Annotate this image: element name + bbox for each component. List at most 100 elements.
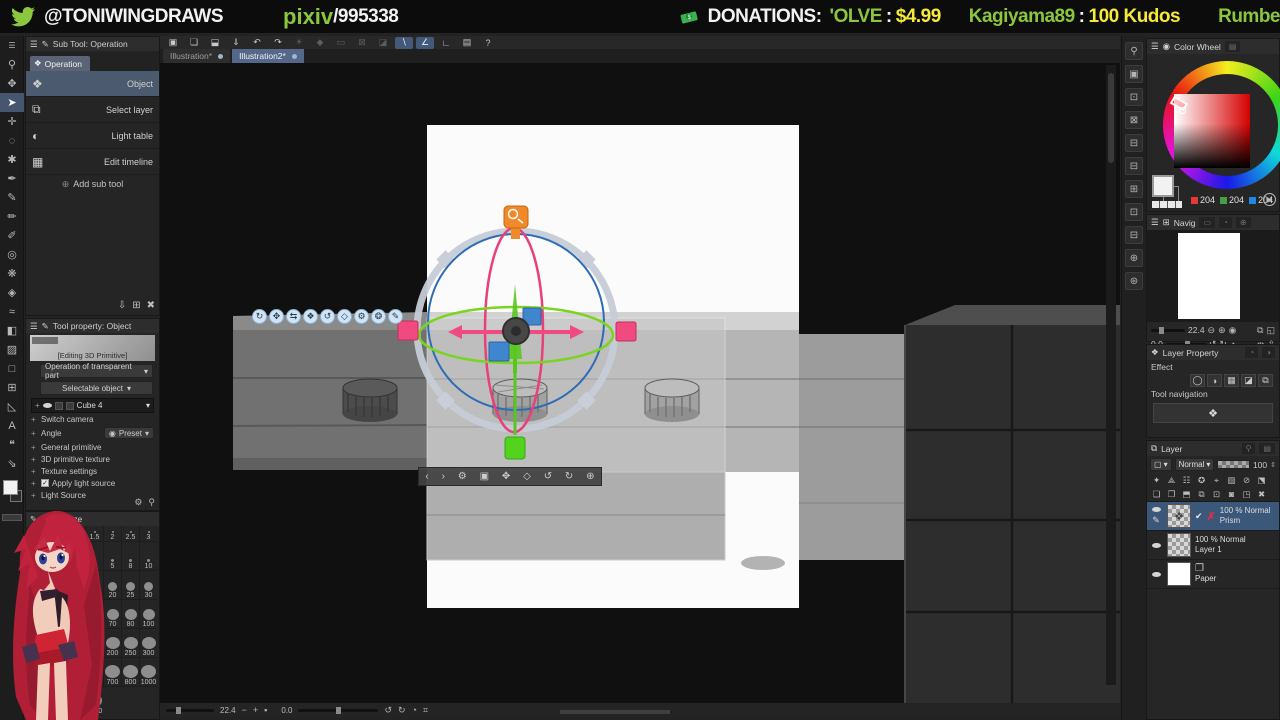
brush-size-preset[interactable]: 25 [121, 571, 139, 600]
angle-row[interactable]: +Angle ◉Preset▾ [26, 425, 159, 441]
zoom-slider[interactable] [166, 709, 214, 712]
new-layer-icon[interactable]: ❏ [1150, 488, 1163, 500]
navigator-preview-area[interactable] [1147, 230, 1279, 322]
layer-row-paper[interactable]: ❐ Paper [1147, 560, 1279, 589]
slider-thumb[interactable] [176, 707, 181, 714]
apply-light-source-row[interactable]: +✓Apply light source [26, 477, 159, 489]
tab-layer-extra[interactable]: ▤ [1259, 443, 1275, 454]
ruler-bar-icon[interactable]: ▤ [458, 37, 476, 49]
prev-icon[interactable]: ‹ [425, 471, 428, 482]
slider-thumb[interactable] [336, 707, 341, 714]
tab-color-wheel[interactable]: Color Wheel [1174, 42, 1221, 52]
pen-tool[interactable]: ✎ [0, 188, 24, 207]
brush-size-preset[interactable]: 3 [139, 526, 157, 542]
subtool-item-object[interactable]: ❖Object [26, 71, 159, 97]
hand-tool[interactable]: ✥ [0, 74, 24, 93]
save-icon[interactable]: ⇓ [227, 37, 245, 49]
deselect-icon[interactable]: ◆ [311, 37, 329, 49]
brush-size-preset[interactable]: 1000 [139, 658, 157, 687]
ruler-tool[interactable]: ◺ [0, 397, 24, 416]
redo-icon[interactable]: ↷ [269, 37, 287, 49]
camera-pan-icon[interactable]: ✥ [269, 309, 284, 324]
tone-layer-icon[interactable]: ▨ [1225, 474, 1238, 486]
import-subtool-icon[interactable]: ⇩ [118, 300, 126, 311]
gizmo-handle-blue2[interactable] [489, 342, 509, 361]
object-move-icon[interactable]: ❖ [303, 309, 318, 324]
lock-transparent-icon[interactable]: ⟁ [1165, 474, 1178, 486]
menu-icon[interactable]: ☰ [30, 321, 38, 332]
quick-search-icon[interactable]: ⚲ [1125, 42, 1143, 60]
fit-screen-button[interactable]: ▪ [264, 705, 267, 715]
palette-color-combo[interactable]: ▢▾ [1150, 458, 1172, 471]
tab-item-bank[interactable]: ◔ [1219, 217, 1232, 228]
color-mode-button[interactable]: ▶ [1263, 193, 1276, 206]
object-edit-icon[interactable]: ✎ [388, 309, 403, 324]
object-icon[interactable]: ◇ [523, 471, 531, 482]
invert-select-icon[interactable]: ⊠ [353, 37, 371, 49]
rotation-slider[interactable] [298, 709, 378, 712]
saturation-marker[interactable] [1179, 107, 1186, 114]
extract-line-icon[interactable]: ⧉ [1258, 374, 1273, 387]
object-list-row[interactable]: + Cube 4 ▾ [31, 398, 154, 413]
new-file-icon[interactable]: ❏ [185, 37, 203, 49]
material-folder3-icon[interactable]: ⊞ [1125, 180, 1143, 198]
snap-ruler-icon[interactable]: ∖ [395, 37, 413, 49]
layer-row-prism[interactable]: ✎ ❖ ✔ ✗ 100 % Normal Prism [1147, 502, 1279, 531]
delete-subtool-icon[interactable]: ✖ [147, 300, 155, 311]
eyedropper-tool[interactable]: ✒ [0, 169, 24, 188]
transfer-down-icon[interactable]: ⧉ [1195, 488, 1208, 500]
border-effect-icon[interactable]: ◯ [1190, 374, 1205, 387]
nav-fullscreen-icon[interactable]: ◱ [1266, 325, 1275, 336]
transparent-part-dropdown[interactable]: Operation of transparent part▾ [40, 364, 153, 378]
tab-extra[interactable]: ◑ [1262, 347, 1275, 358]
help-icon[interactable]: ? [479, 37, 497, 49]
brush-size-preset[interactable]: 300 [139, 629, 157, 658]
brush-size-preset[interactable]: 30 [139, 571, 157, 600]
rotate-left-button[interactable]: ↺ [384, 705, 392, 716]
brush-size-preset[interactable]: 800 [121, 658, 139, 687]
brush-size-preset[interactable]: 8 [121, 542, 139, 571]
brush-size-preset[interactable]: 80 [121, 600, 139, 629]
undo-icon[interactable]: ↶ [248, 37, 266, 49]
auto-select-tool[interactable]: ✱ [0, 150, 24, 169]
tool-property-header[interactable]: ☰✎ Tool property: Object [26, 319, 159, 333]
rotate-left-icon[interactable]: ↺ [544, 471, 552, 482]
menu-icon[interactable]: ☰ [30, 39, 38, 50]
layer-color-icon[interactable]: ◪ [1241, 374, 1256, 387]
tab-illustration2[interactable]: Illustration2* [232, 49, 304, 63]
mask-off-icon[interactable]: ⊘ [1240, 474, 1253, 486]
material-folder1-icon[interactable]: ⊟ [1125, 134, 1143, 152]
layer-visibility-icon[interactable] [1152, 543, 1161, 548]
tab-subview[interactable]: ▭ [1199, 217, 1215, 228]
subtool-panel-header[interactable]: ☰✎ Sub Tool: Operation [26, 37, 159, 51]
blend-tool[interactable]: ≈ [0, 302, 24, 321]
main-color-swatch[interactable] [1152, 175, 1174, 197]
scrollbar-thumb[interactable] [1108, 73, 1114, 163]
clear-icon[interactable]: ☀ [290, 37, 308, 49]
tool-navigation-button[interactable]: ❖ [1153, 403, 1273, 423]
zoom-in-button[interactable]: + [253, 705, 258, 715]
checkbox-checked[interactable]: ✓ [41, 479, 49, 487]
flip-button[interactable]: ⌗ [423, 705, 428, 716]
apply-mask-icon[interactable]: ◳ [1240, 488, 1253, 500]
reset-rotation-button[interactable]: ◔ [412, 705, 417, 715]
object-root-icon[interactable]: ❂ [371, 309, 386, 324]
switch-camera-row[interactable]: +Switch camera [26, 413, 159, 425]
app-icon[interactable]: ▣ [164, 37, 182, 49]
snap-special-ruler-icon[interactable]: ∠ [416, 37, 434, 49]
gradient-tool[interactable]: ▨ [0, 340, 24, 359]
subtool-item-edit-timeline[interactable]: ▦Edit timeline [26, 149, 159, 175]
create-mask-icon[interactable]: ◙ [1225, 488, 1238, 500]
grid-icon[interactable]: ⊕ [586, 471, 594, 482]
balloon-tool[interactable]: ❝ [0, 435, 24, 454]
expand-icon[interactable]: + [35, 401, 40, 410]
angle-preset-button[interactable]: ◉Preset▾ [104, 427, 154, 439]
gizmo-handle-right[interactable] [616, 322, 636, 341]
material-x-icon[interactable]: ⊠ [1125, 111, 1143, 129]
layer-row-layer1[interactable]: 100 % Normal Layer 1 [1147, 531, 1279, 560]
blend-mode-dropdown[interactable]: Normal▾ [1175, 458, 1215, 471]
tab-info[interactable]: ⊕ [1236, 217, 1251, 228]
snap-grid-icon[interactable]: ∟ [437, 37, 455, 49]
tab-layer-search[interactable]: ⚲ [1242, 443, 1256, 454]
tab-illustration1[interactable]: Illustration* [163, 49, 230, 63]
